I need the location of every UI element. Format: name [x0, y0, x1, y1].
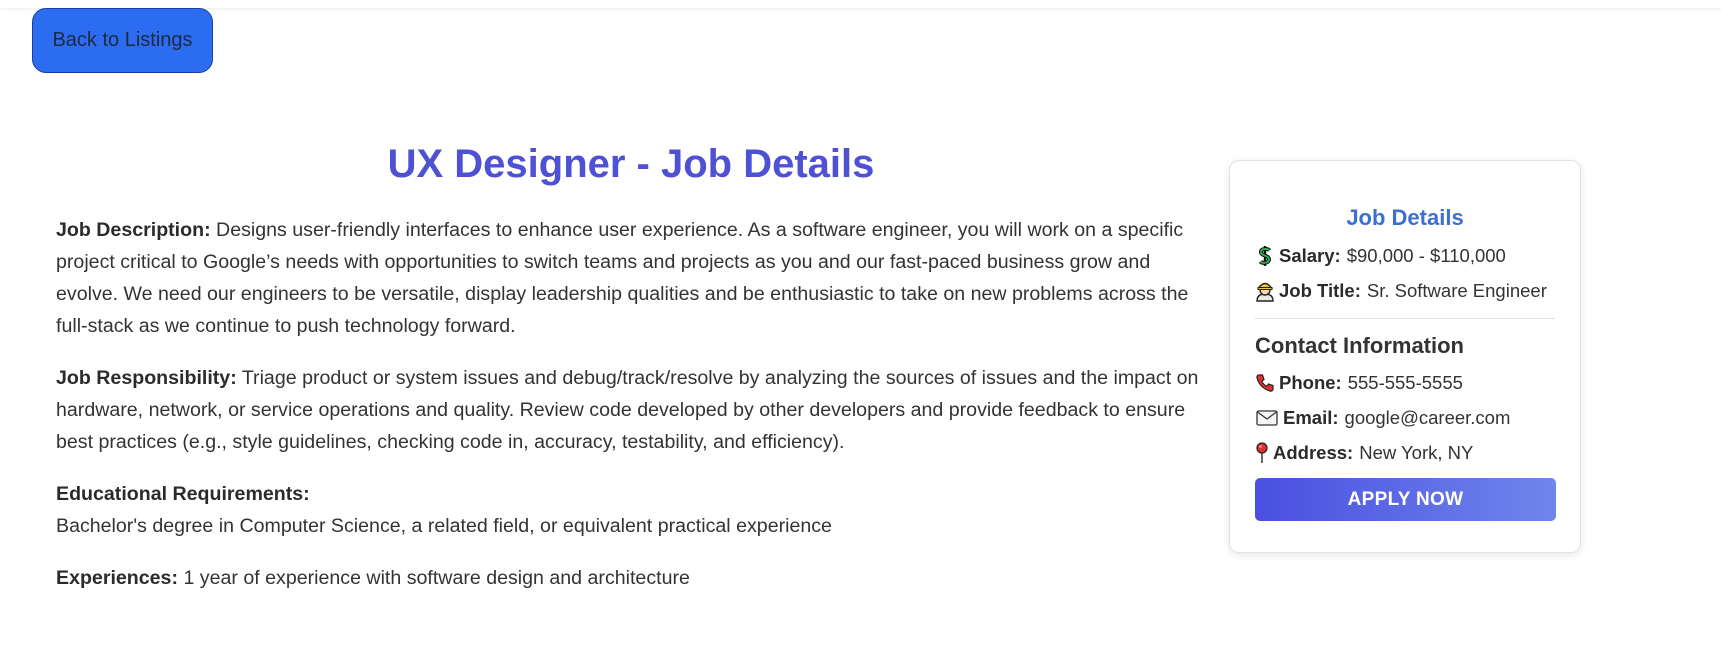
pushpin-icon: [1255, 441, 1269, 464]
job-responsibility-label: Job Responsibility:: [56, 367, 237, 389]
job-title-value: Sr. Software Engineer: [1366, 280, 1547, 301]
job-description-text: Designs user-friendly interfaces to enha…: [56, 219, 1189, 337]
experiences: Experiences: 1 year of experience with s…: [56, 562, 1206, 594]
envelope-icon: [1255, 407, 1279, 429]
educational-requirements-label: Educational Requirements:: [56, 483, 310, 505]
job-title-row: Job Title: Sr. Software Engineer: [1255, 273, 1555, 308]
phone-icon: [1255, 372, 1275, 394]
address-label: Address:: [1273, 442, 1354, 463]
card-title: Job Details: [1346, 205, 1464, 230]
job-title-label: Job Title:: [1279, 280, 1361, 301]
email-value: google@career.com: [1344, 407, 1511, 428]
apply-now-button[interactable]: APPLY NOW: [1255, 478, 1556, 521]
phone-row: Phone: 555-555-5555: [1255, 365, 1555, 400]
phone-value: 555-555-5555: [1347, 372, 1463, 393]
educational-requirements-text: Bachelor's degree in Computer Science, a…: [56, 515, 832, 537]
job-responsibility: Job Responsibility: Triage product or sy…: [56, 362, 1206, 458]
salary-label: Salary:: [1279, 245, 1341, 266]
address-value: New York, NY: [1359, 442, 1474, 463]
job-description: Job Description: Designs user-friendly i…: [56, 214, 1206, 342]
salary-value: $90,000 - $110,000: [1346, 245, 1506, 266]
email-row: Email: google@career.com: [1255, 400, 1555, 435]
address-row: Address: New York, NY: [1255, 435, 1555, 470]
back-to-listings-button[interactable]: Back to Listings: [32, 8, 213, 73]
experiences-label: Experiences:: [56, 567, 178, 589]
experiences-text: 1 year of experience with software desig…: [183, 567, 690, 589]
dollar-sign-icon: [1255, 245, 1275, 267]
job-description-label: Job Description:: [56, 219, 211, 241]
salary-row: Salary: $90,000 - $110,000: [1255, 238, 1555, 273]
educational-requirements: Educational Requirements: Bachelor's deg…: [56, 478, 1206, 542]
page-title: UX Designer - Job Details: [387, 142, 875, 186]
email-label: Email:: [1283, 407, 1339, 428]
job-details-card: Job Details Salary: $90,000 - $110,000 J…: [1229, 160, 1581, 553]
top-bar: [0, 0, 1721, 8]
worker-icon: [1255, 280, 1275, 302]
card-divider: [1255, 318, 1555, 319]
job-details-main: UX Designer - Job Details Job Descriptio…: [56, 136, 1206, 614]
contact-information-heading: Contact Information: [1255, 333, 1464, 358]
phone-label: Phone:: [1279, 372, 1342, 393]
